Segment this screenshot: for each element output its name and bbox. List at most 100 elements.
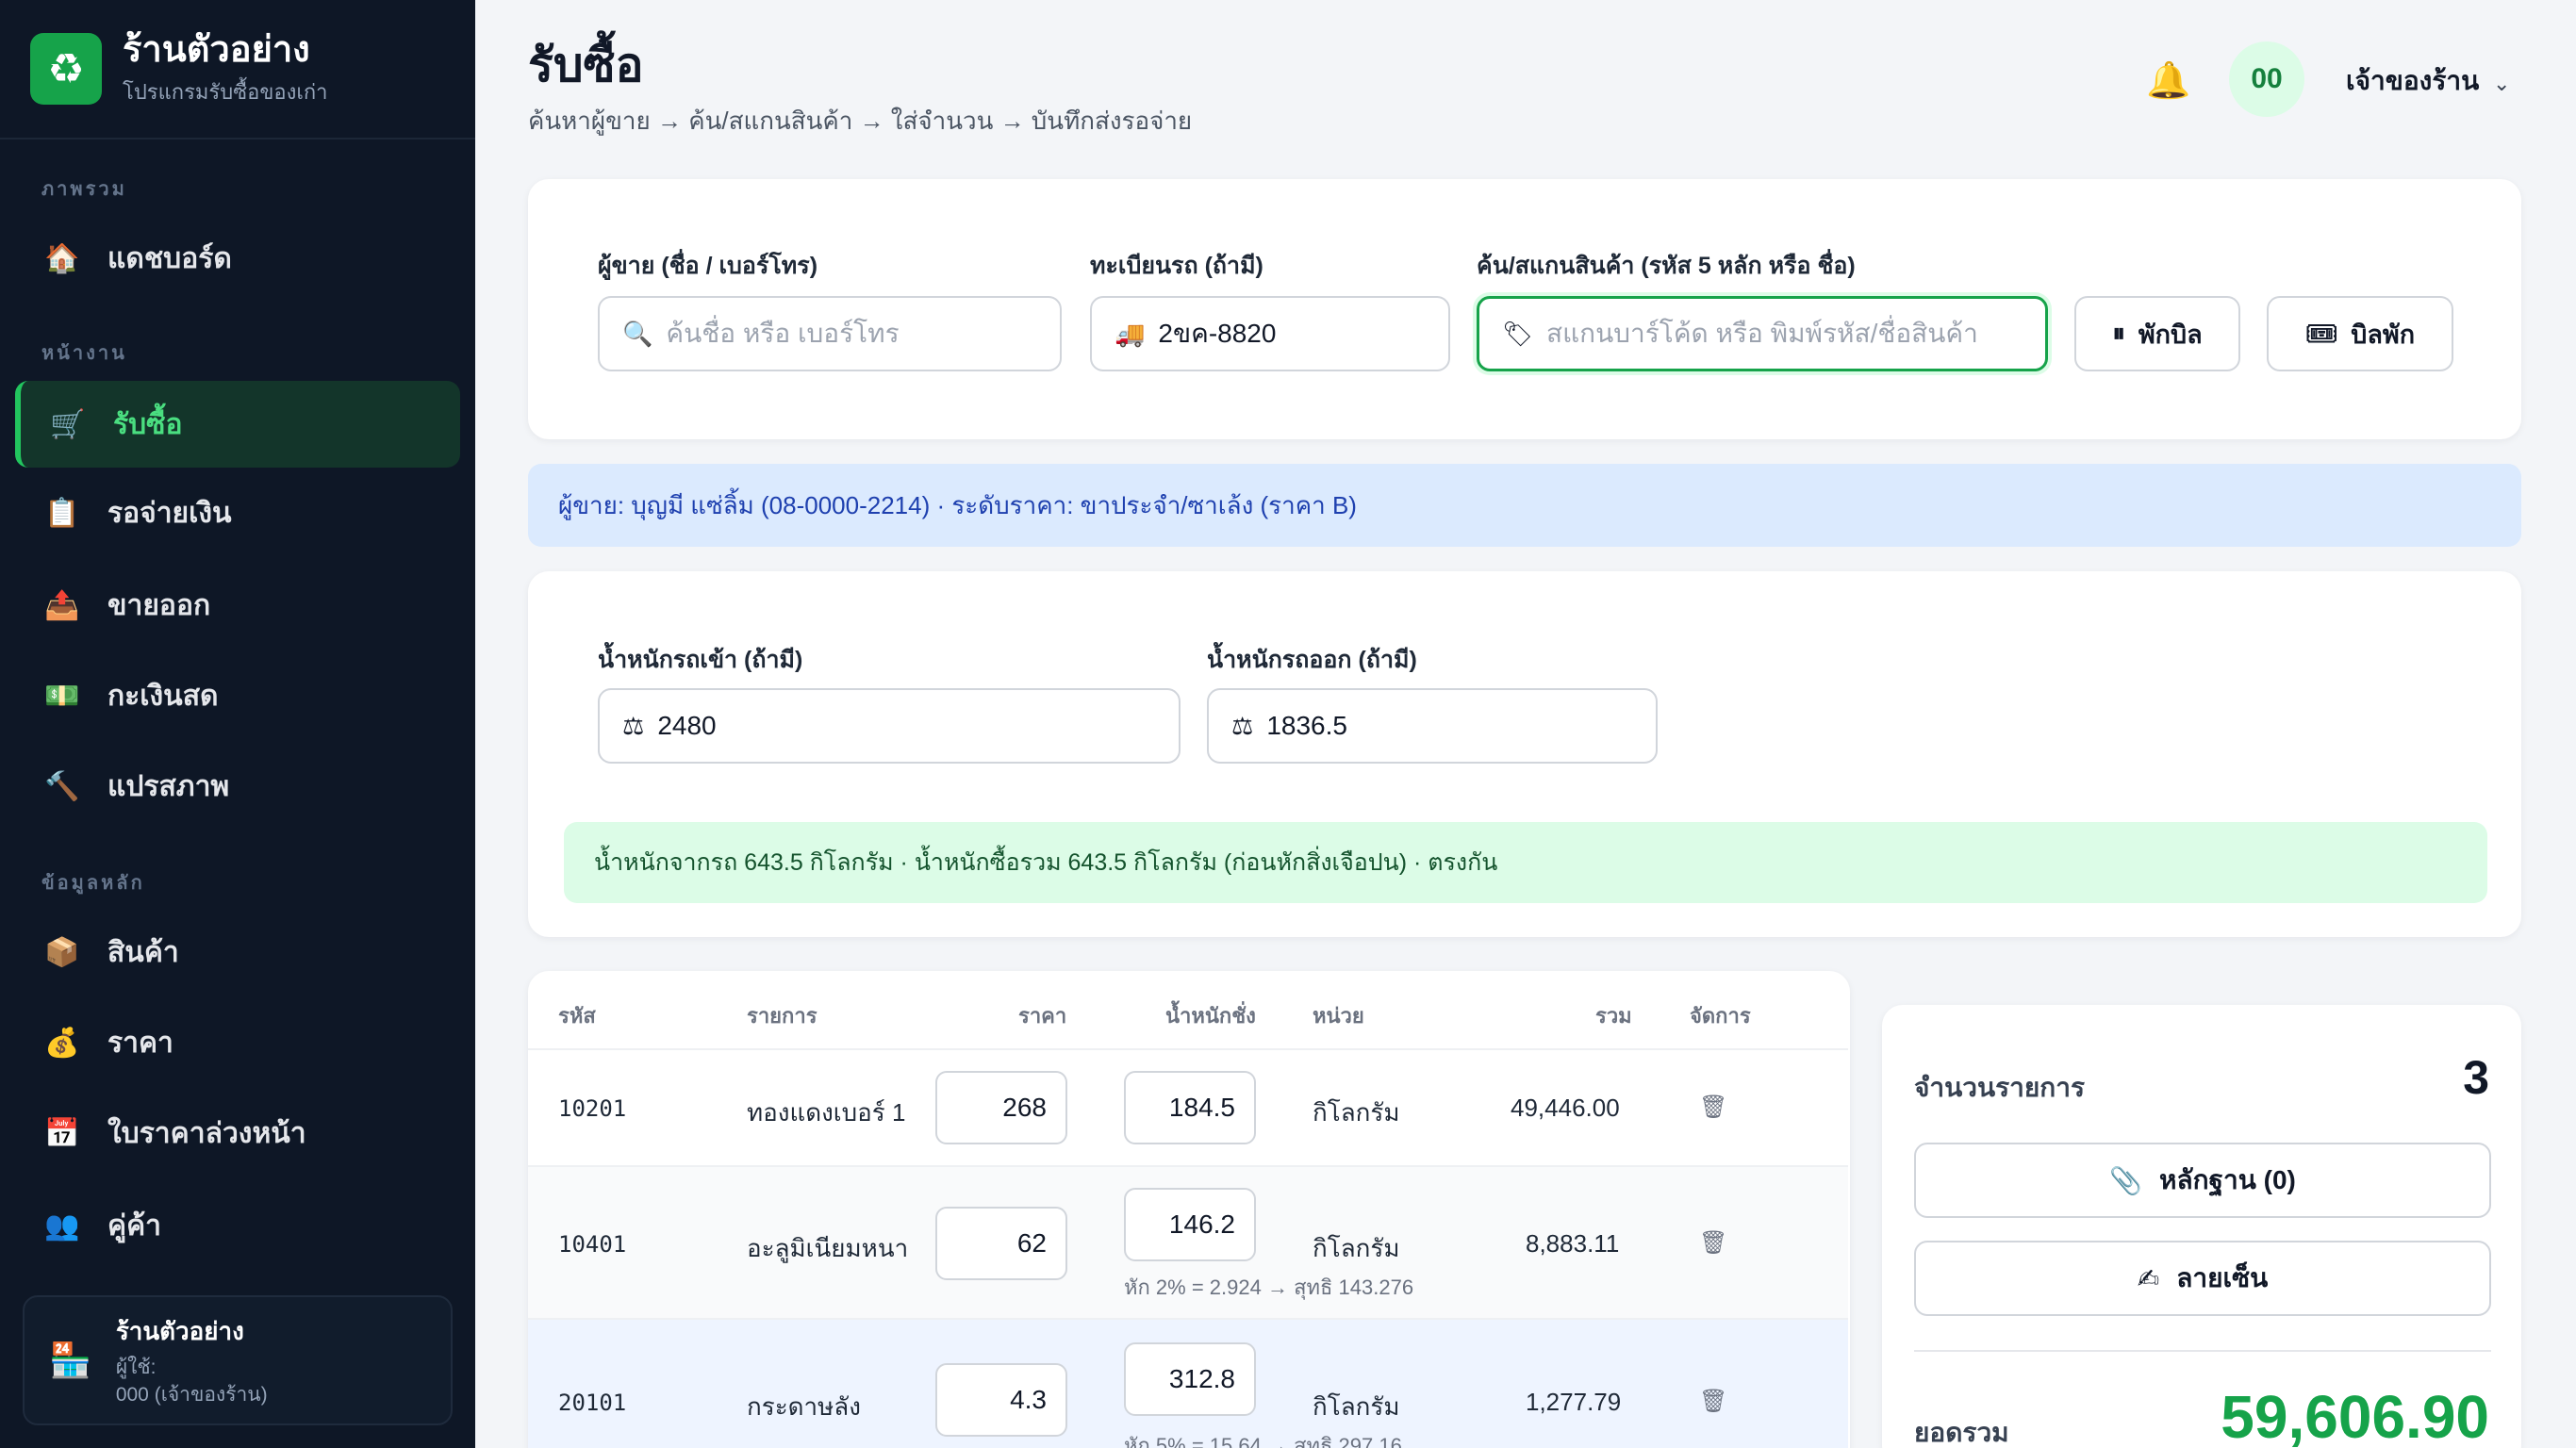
- price-input[interactable]: 4.3: [935, 1363, 1067, 1437]
- clipboard-icon: 📋: [44, 497, 80, 529]
- row-unit: กิโลกรัม: [1313, 1234, 1400, 1262]
- brand-subtitle: โปรแกรมรับซื้อของเก่า: [123, 80, 328, 105]
- paused-bills-label: บิลพัก: [2351, 320, 2416, 349]
- weight-in-input[interactable]: ⚖ 2480: [598, 688, 1181, 764]
- magnifier-icon: 🔍: [622, 319, 653, 348]
- item-count-label: จำนวนรายการ: [1914, 1073, 2086, 1102]
- store-card[interactable]: 🏪 ร้านตัวอย่าง ผู้ใช้: 000 (เจ้าของร้าน): [23, 1295, 453, 1425]
- row-total: 8,883.11: [1526, 1229, 1620, 1258]
- summary-card: จำนวนรายการ 3 📎 หลักฐาน (0) ✍ ลายเซ็น ยอ…: [1882, 1005, 2521, 1448]
- price-input[interactable]: 268: [935, 1071, 1067, 1144]
- evidence-button[interactable]: 📎 หลักฐาน (0): [1914, 1143, 2491, 1218]
- pause-bill-label: พักบิล: [2138, 320, 2203, 349]
- package-icon: 📦: [44, 936, 80, 968]
- recycle-icon: ♻: [30, 33, 102, 105]
- table-row: 10401 อะลูมิเนียมหนา 62 146.2 หัก 2% = 2…: [528, 1165, 1848, 1318]
- sidebar-item-label: กะเงินสด: [107, 680, 219, 712]
- row-name: อะลูมิเนียมหนา: [747, 1234, 909, 1262]
- row-total: 1,277.79: [1526, 1388, 1622, 1416]
- weight-out-value: 1836.5: [1266, 711, 1347, 740]
- plate-value: 2ขค-8820: [1158, 319, 1277, 348]
- store-name: ร้านตัวอย่าง: [115, 1317, 244, 1346]
- col-header-total: รวม: [1595, 1004, 1632, 1028]
- sidebar-item-purchase[interactable]: 🛒 รับซื้อ: [15, 381, 460, 468]
- sidebar-item-dashboard[interactable]: 🏠 แดชบอร์ด: [15, 215, 460, 302]
- seller-label: ผู้ขาย (ชื่อ / เบอร์โทร): [598, 253, 818, 279]
- sidebar-item-label: แดชบอร์ด: [107, 242, 232, 274]
- product-search-input[interactable]: 🏷 สแกนบาร์โค้ด หรือ พิมพ์รหัส/ชื่อสินค้า: [1477, 296, 2048, 371]
- row-unit: กิโลกรัม: [1313, 1392, 1400, 1421]
- avatar[interactable]: 00: [2229, 41, 2304, 117]
- sidebar-item-partners[interactable]: 👥 คู่ค้า: [15, 1182, 460, 1269]
- signature-button[interactable]: ✍ ลายเซ็น: [1914, 1241, 2491, 1316]
- row-code: 20101: [558, 1390, 627, 1416]
- items-table-body: รหัส รายการ ราคา น้ำหนักชั่ง หน่วย รวม จ…: [528, 971, 1850, 1448]
- row-unit: กิโลกรัม: [1313, 1098, 1400, 1127]
- col-header-unit: หน่วย: [1313, 1004, 1364, 1028]
- page-subtitle: ค้นหาผู้ขาย → ค้น/สแกนสินค้า → ใส่จำนวน …: [528, 107, 1193, 135]
- store-icon: 🏪: [49, 1341, 91, 1379]
- page-title: รับซื้อ: [528, 39, 644, 91]
- scale-icon: ⚖: [622, 711, 645, 740]
- truck-icon: 🚚: [1115, 319, 1146, 348]
- tag-icon: 🏷: [1502, 319, 1534, 348]
- outbox-icon: 📤: [44, 589, 80, 621]
- trash-icon[interactable]: 🗑: [1699, 1094, 1727, 1121]
- sidebar-item-label: แปรสภาพ: [107, 770, 230, 802]
- trash-icon[interactable]: 🗑: [1699, 1229, 1727, 1257]
- paused-bills-button[interactable]: 🎟 บิลพัก: [2267, 296, 2453, 371]
- nav-section-work: หน้างาน: [41, 343, 127, 364]
- product-search-label: ค้น/สแกนสินค้า (รหัส 5 หลัก หรือ ชื่อ): [1477, 253, 1856, 279]
- sidebar-item-label: ขายออก: [107, 589, 211, 621]
- weight-input[interactable]: 184.5: [1124, 1071, 1256, 1144]
- weight-check-banner: น้ำหนักจากรถ 643.5 กิโลกรัม · น้ำหนักซื้…: [564, 822, 2487, 903]
- grand-total: 59,606.90: [2221, 1383, 2489, 1448]
- sidebar-item-label: ราคา: [107, 1027, 173, 1059]
- price-input[interactable]: 62: [935, 1207, 1067, 1280]
- paperclip-icon: 📎: [2109, 1165, 2142, 1195]
- seller-info-banner: ผู้ขาย: บุญมี แซ่ลิ้ม (08-0000-2214) · ร…: [528, 464, 2521, 547]
- nav-section-master-data: ข้อมูลหลัก: [41, 873, 145, 894]
- people-icon: 👥: [44, 1209, 80, 1242]
- cart-icon: 🛒: [50, 408, 86, 440]
- sidebar-item-prices[interactable]: 💰 ราคา: [15, 999, 460, 1086]
- pause-bill-button[interactable]: ⏸ พักบิล: [2074, 296, 2240, 371]
- weight-out-input[interactable]: ⚖ 1836.5: [1207, 688, 1658, 764]
- col-header-code: รหัส: [558, 1004, 596, 1028]
- seller-placeholder: ค้นชื่อ หรือ เบอร์โทร: [666, 319, 900, 348]
- brand-title: ร้านตัวอย่าง: [123, 29, 310, 70]
- seller-search-input[interactable]: 🔍 ค้นชื่อ หรือ เบอร์โทร: [598, 296, 1062, 371]
- user-menu[interactable]: เจ้าของร้าน: [2346, 60, 2479, 102]
- sidebar-item-processing[interactable]: 🔨 แปรสภาพ: [15, 743, 460, 830]
- house-icon: 🏠: [44, 242, 80, 274]
- row-name: กระดาษลัง: [747, 1392, 861, 1421]
- col-header-price: ราคา: [1018, 1004, 1067, 1028]
- plate-input[interactable]: 🚚 2ขค-8820: [1090, 296, 1450, 371]
- sidebar-item-products[interactable]: 📦 สินค้า: [15, 909, 460, 996]
- search-card: ผู้ขาย (ชื่อ / เบอร์โทร) 🔍 ค้นชื่อ หรือ …: [528, 179, 2521, 439]
- weight-in-label: น้ำหนักรถเข้า (ถ้ามี): [598, 647, 803, 673]
- sidebar-item-label: คู่ค้า: [107, 1209, 161, 1242]
- trash-icon[interactable]: 🗑: [1699, 1388, 1727, 1415]
- sidebar-item-pending-payment[interactable]: 📋 รอจ่ายเงิน: [15, 469, 460, 556]
- sidebar-item-cash-shift[interactable]: 💵 กะเงินสด: [15, 652, 460, 739]
- sidebar-item-sell[interactable]: 📤 ขายออก: [15, 562, 460, 649]
- weight-input[interactable]: 146.2: [1124, 1188, 1256, 1261]
- table-row: 10201 ทองแดงเบอร์ 1 268 184.5 กิโลกรัม 4…: [528, 1048, 1848, 1165]
- weight-in-value: 2480: [657, 711, 717, 740]
- chevron-down-icon[interactable]: ⌄: [2493, 72, 2510, 96]
- weight-input[interactable]: 312.8: [1124, 1342, 1256, 1416]
- row-total: 49,446.00: [1511, 1094, 1620, 1122]
- sidebar: ♻ ร้านตัวอย่าง โปรแกรมรับซื้อของเก่า ภาพ…: [0, 0, 475, 1448]
- nav-section-overview: ภาพรวม: [41, 179, 127, 200]
- sidebar-item-advance-quotes[interactable]: 📅 ใบราคาล่วงหน้า: [15, 1090, 460, 1176]
- row-code: 10201: [558, 1095, 627, 1122]
- pause-icon: ⏸: [2112, 319, 2125, 347]
- cash-icon: 💵: [44, 680, 80, 712]
- brand: ♻ ร้านตัวอย่าง โปรแกรมรับซื้อของเก่า: [0, 0, 475, 140]
- row-name: ทองแดงเบอร์ 1: [747, 1098, 906, 1127]
- divider: [1914, 1350, 2491, 1352]
- writing-hand-icon: ✍: [2137, 1263, 2160, 1293]
- col-header-actions: จัดการ: [1690, 1004, 1751, 1028]
- bell-icon[interactable]: 🔔: [2146, 60, 2190, 102]
